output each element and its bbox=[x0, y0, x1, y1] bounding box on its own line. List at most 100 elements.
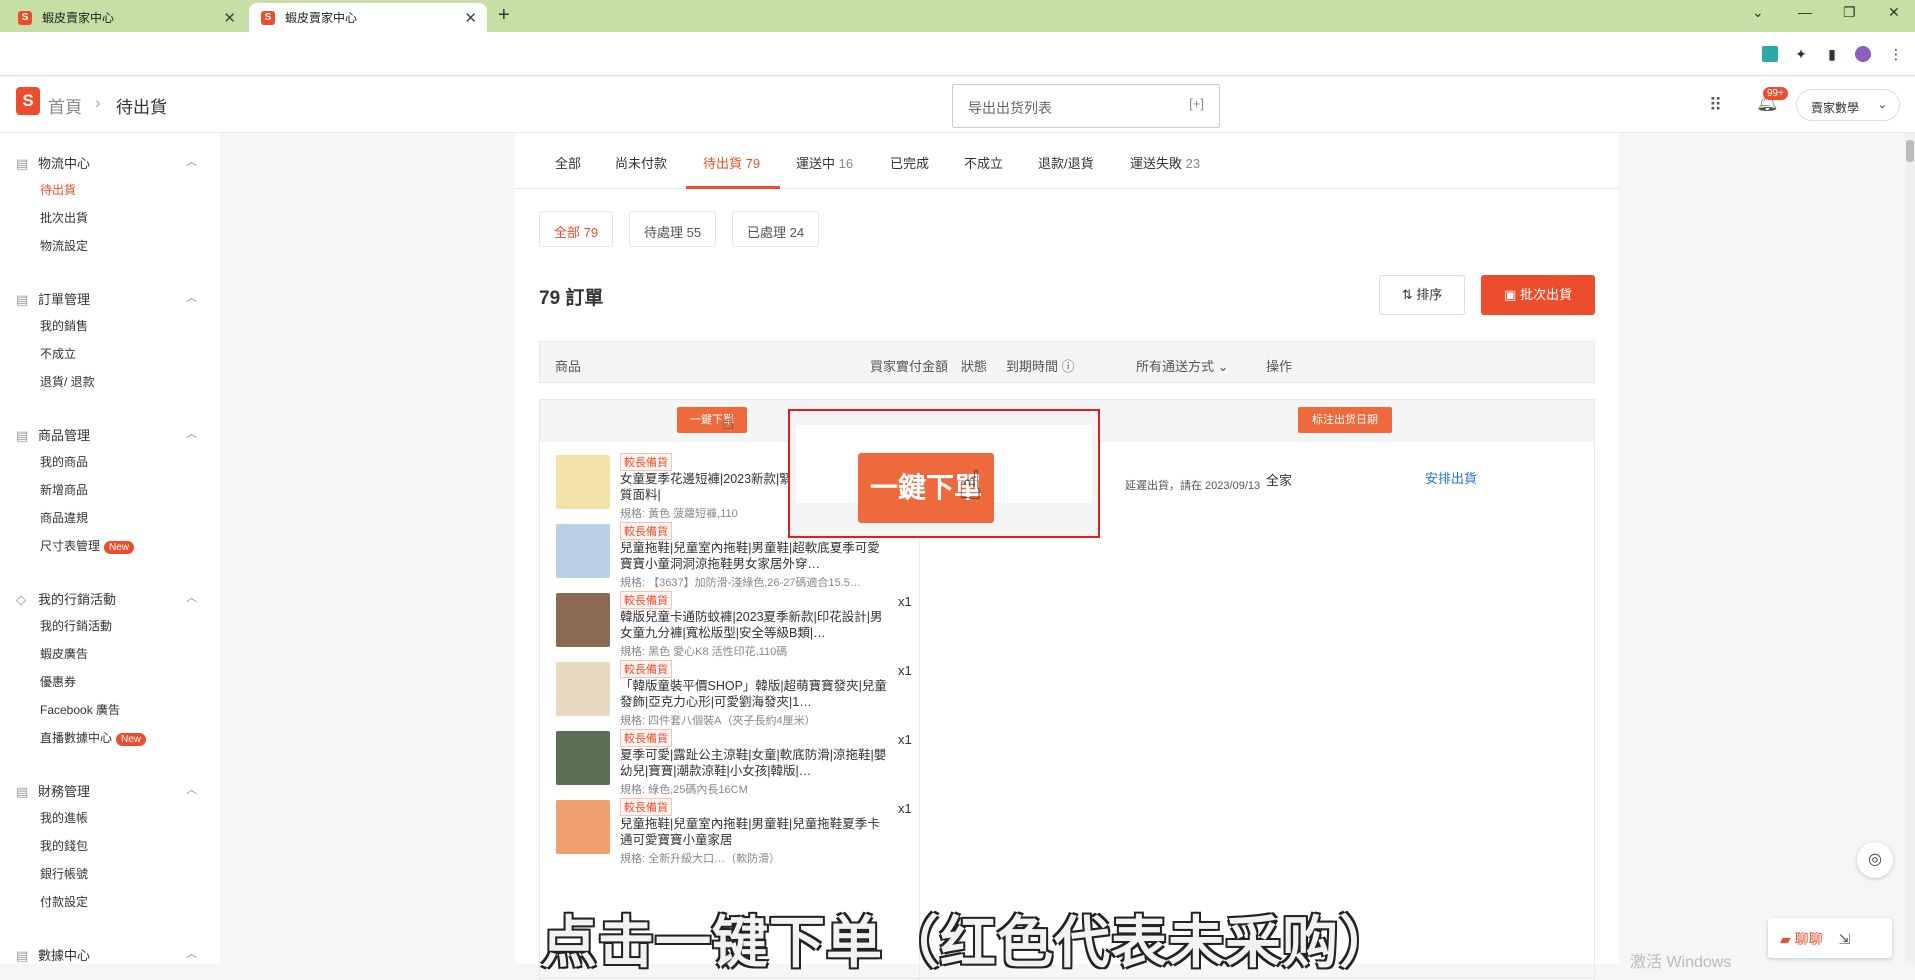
sidebar-section-finance[interactable]: ▤ 財務管理 ︿ bbox=[16, 781, 197, 800]
arrange-shipment-link[interactable]: 安排出貨 bbox=[1425, 468, 1477, 487]
preorder-tag: 較長備貨 bbox=[620, 453, 672, 471]
sidebar-item-batch-ship[interactable]: 批次出貨 bbox=[40, 209, 88, 226]
expand-icon[interactable]: ⇲ bbox=[1839, 931, 1851, 947]
browser-tab[interactable]: S 蝦皮賣家中心 ✕ bbox=[6, 3, 246, 32]
scrollbar-thumb[interactable] bbox=[1906, 140, 1914, 162]
mark-ship-date-button[interactable]: 标注出货日期 bbox=[1298, 407, 1392, 433]
user-menu-button[interactable]: 賣家數學 ⌄ bbox=[1796, 89, 1900, 121]
col-action: 操作 bbox=[1266, 359, 1293, 374]
shipping-filter-dropdown[interactable]: 所有通送方式 ⌄ bbox=[1136, 356, 1229, 375]
list-item[interactable]: 較長備貨 韓版兒童卡通防蚊褲|2023夏季新款|印花設計|男女童九分褲|寬松版型… bbox=[556, 591, 896, 663]
list-item[interactable]: 較長備貨 「韓版童裝平價SHOP」韓版|超萌寶寶發夾|兒童發飾|亞克力心形|可愛… bbox=[556, 660, 896, 732]
sidebar-item-shopee-ads[interactable]: 蝦皮廣告 bbox=[40, 645, 88, 662]
chevron-up-icon: ︿ bbox=[186, 156, 197, 168]
chat-button[interactable]: ▰ 聊聊 ⇲ bbox=[1768, 918, 1892, 958]
tab-returns[interactable]: 退款/退貨 bbox=[1038, 153, 1094, 172]
carrier-name: 全家 bbox=[1266, 473, 1293, 488]
puzzle-icon[interactable]: ✦ bbox=[1793, 46, 1809, 62]
sidebar-section-data[interactable]: ▤ 數據中心 ︿ bbox=[16, 945, 197, 964]
sidebar-item-income[interactable]: 我的進帳 bbox=[40, 809, 88, 826]
help-chat-icon[interactable]: ◎ bbox=[1857, 842, 1893, 878]
chevron-down-icon: ⌄ bbox=[1217, 359, 1229, 374]
col-due: 到期時間 ⓘ bbox=[1006, 356, 1075, 375]
sort-button[interactable]: ⇅ 排序 bbox=[1379, 275, 1465, 315]
sidebar-section-marketing[interactable]: ◇ 我的行銷活動 ︿ bbox=[16, 589, 197, 608]
tab-all[interactable]: 全部 bbox=[555, 153, 581, 172]
tab-search-icon[interactable]: ⌄ bbox=[1752, 4, 1764, 21]
window-close-button[interactable]: ✕ bbox=[1888, 4, 1900, 21]
sidebar-item-my-marketing[interactable]: 我的行銷活動 bbox=[40, 617, 112, 634]
sidebar-item-vouchers[interactable]: 優惠券 bbox=[40, 673, 76, 690]
menu-dots-icon[interactable]: ⋮ bbox=[1888, 46, 1904, 62]
new-badge: New bbox=[104, 541, 135, 554]
section-title: 物流中心 bbox=[38, 156, 91, 171]
col-status: 狀態 bbox=[961, 359, 988, 374]
tab-failed[interactable]: 運送失敗 23 bbox=[1130, 153, 1200, 172]
shopee-logo[interactable]: S bbox=[16, 87, 40, 115]
minimize-button[interactable]: — bbox=[1798, 4, 1812, 20]
product-spec: 規格: 綠色,25碼內長16CM bbox=[620, 784, 748, 796]
sidebar-item-violations[interactable]: 商品違規 bbox=[40, 509, 88, 526]
export-plus: [+] bbox=[1189, 96, 1204, 111]
sidebar-item-cancelled[interactable]: 不成立 bbox=[40, 345, 76, 362]
close-tab-icon[interactable]: ✕ bbox=[464, 9, 477, 27]
product-name: 韓版兒童卡通防蚊褲|2023夏季新款|印花設計|男女童九分褲|寬松版型|安全等級… bbox=[620, 610, 883, 640]
chat-icon: ▰ bbox=[1780, 931, 1791, 947]
sidebar-item-logistics-settings[interactable]: 物流設定 bbox=[40, 237, 88, 254]
tab-to-ship[interactable]: 待出貨 79 bbox=[703, 153, 760, 172]
profile-avatar[interactable] bbox=[1855, 46, 1871, 62]
tag-icon: ◇ bbox=[16, 592, 26, 607]
subtab-processed[interactable]: 已處理 24 bbox=[732, 211, 820, 247]
sidebar-item-to-ship[interactable]: 待出貨 bbox=[40, 181, 76, 198]
sidebar-section-logistics[interactable]: ▤ 物流中心 ︿ bbox=[16, 153, 197, 172]
truck-icon: ▤ bbox=[16, 156, 29, 171]
maximize-button[interactable]: ❐ bbox=[1843, 4, 1856, 21]
export-shipping-list-button[interactable]: 导出出货列表 [+] bbox=[952, 84, 1220, 128]
sidebar-item-bank-account[interactable]: 銀行帳號 bbox=[40, 865, 88, 882]
col-product: 商品 bbox=[555, 359, 582, 374]
new-tab-button[interactable]: + bbox=[498, 4, 510, 27]
sidepanel-icon[interactable]: ▮ bbox=[1824, 46, 1840, 62]
sidebar-item-payment-settings[interactable]: 付款設定 bbox=[40, 893, 88, 910]
apps-grid-icon[interactable]: ⠿ bbox=[1709, 95, 1722, 116]
product-name: 夏季可愛|露趾公主涼鞋|女童|軟底防滑|涼拖鞋|嬰幼兒|寶寶|潮款涼鞋|小女孩|… bbox=[620, 748, 887, 778]
list-item[interactable]: 較長備貨 兒童拖鞋|兒童室內拖鞋|男童鞋|兒童拖鞋夏季卡通可愛寶寶小童家居 規格… bbox=[556, 798, 896, 870]
list-item[interactable]: 較長備貨 夏季可愛|露趾公主涼鞋|女童|軟底防滑|涼拖鞋|嬰幼兒|寶寶|潮款涼鞋… bbox=[556, 729, 896, 801]
sidebar-item-size-chart[interactable]: 尺寸表管理 New bbox=[40, 537, 135, 554]
col-due-label: 到期時間 bbox=[1006, 359, 1059, 374]
chat-label: 聊聊 bbox=[1794, 931, 1823, 947]
tab-label: 全部 bbox=[555, 156, 582, 171]
shipping-filter-label: 所有通送方式 bbox=[1136, 359, 1215, 374]
sidebar-section-products[interactable]: ▤ 商品管理 ︿ bbox=[16, 425, 197, 444]
help-icon[interactable]: ⓘ bbox=[1062, 359, 1075, 374]
browser-tab-active[interactable]: S 蝦皮賣家中心 ✕ bbox=[249, 3, 487, 32]
page-scrollbar[interactable] bbox=[1905, 133, 1915, 964]
tab-cancelled[interactable]: 不成立 bbox=[964, 153, 1003, 172]
table-header: 商品 買家實付金額 狀態 到期時間 ⓘ 所有通送方式 ⌄ 操作 bbox=[539, 341, 1595, 383]
extension-icon[interactable] bbox=[1762, 46, 1778, 62]
sidebar-item-facebook-ads[interactable]: Facebook 廣告 bbox=[40, 701, 120, 718]
tab-shipping[interactable]: 運送中 16 bbox=[796, 153, 853, 172]
sidebar-section-orders[interactable]: ▤ 訂單管理 ︿ bbox=[16, 289, 197, 308]
sidebar-item-returns[interactable]: 退貨/ 退款 bbox=[40, 373, 95, 390]
chevron-down-icon: ⌄ bbox=[1877, 99, 1887, 111]
sidebar-item-wallet[interactable]: 我的錢包 bbox=[40, 837, 88, 854]
zoom-inner: 一鍵下單 bbox=[796, 425, 1092, 523]
tab-completed[interactable]: 已完成 bbox=[890, 153, 929, 172]
sidebar-item-my-sales[interactable]: 我的銷售 bbox=[40, 317, 88, 334]
product-thumbnail bbox=[556, 455, 610, 509]
sidebar-item-live-data[interactable]: 直播數據中心 New bbox=[40, 729, 147, 746]
batch-ship-button[interactable]: ▣ 批次出貨 bbox=[1481, 275, 1595, 315]
notification-badge: 99+ bbox=[1763, 87, 1788, 100]
product-qty: x1 bbox=[898, 663, 912, 678]
close-tab-icon[interactable]: ✕ bbox=[223, 9, 236, 27]
sidebar-item-add-product[interactable]: 新增商品 bbox=[40, 481, 88, 498]
clipboard-icon: ▤ bbox=[16, 292, 29, 307]
breadcrumb-home[interactable]: 首頁 bbox=[48, 93, 82, 118]
hand-cursor-icon: ☝ bbox=[722, 412, 735, 434]
subtab-all[interactable]: 全部 79 bbox=[539, 211, 614, 247]
one-click-order-button[interactable]: 一鍵下單 bbox=[677, 407, 747, 433]
sidebar-item-my-products[interactable]: 我的商品 bbox=[40, 453, 88, 470]
subtab-pending[interactable]: 待處理 55 bbox=[629, 211, 717, 247]
tab-unpaid[interactable]: 尚未付款 bbox=[615, 153, 667, 172]
